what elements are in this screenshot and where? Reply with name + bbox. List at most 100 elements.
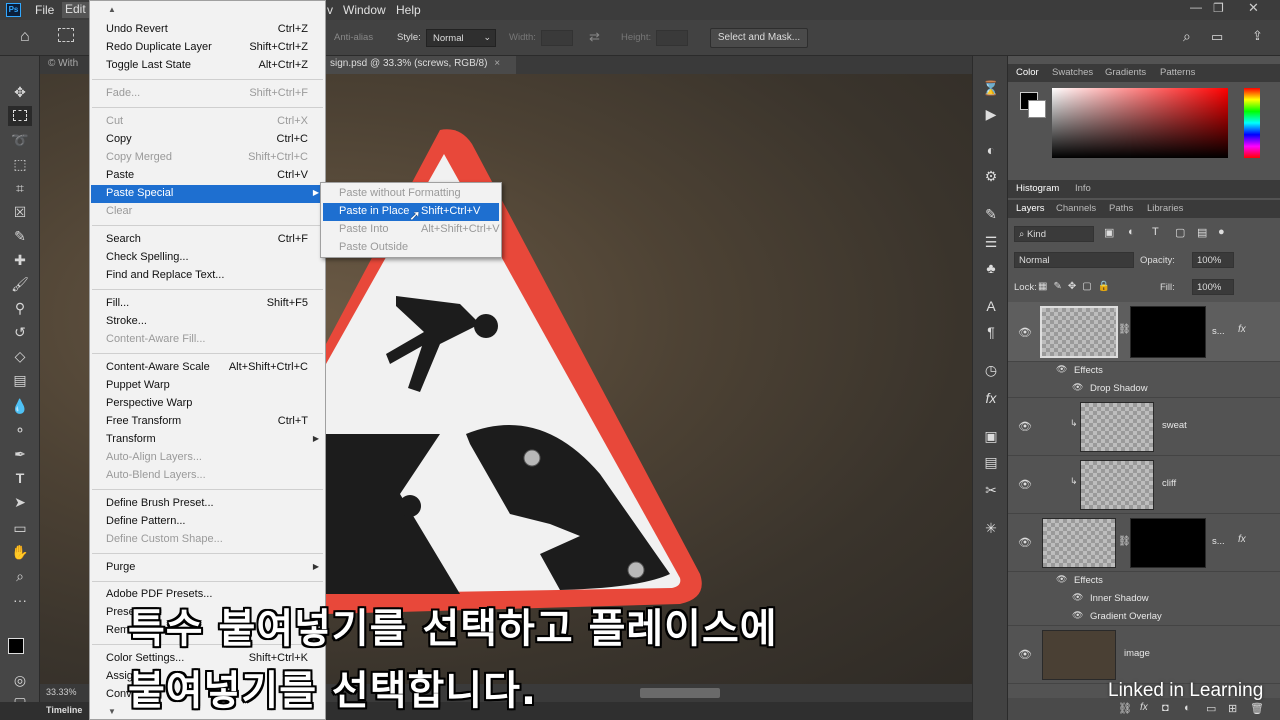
tab-libraries[interactable]: Libraries [1147,203,1183,214]
timeline-icon[interactable]: ◷ [979,360,1003,380]
eyedropper-icon[interactable]: ✎ [8,226,32,246]
new-adjustment-icon[interactable]: ◐ [1184,702,1191,714]
fx-icon[interactable]: fx [1238,324,1246,335]
effect-eye-icon[interactable]: 👁 [1072,592,1083,603]
swap-dimensions-icon[interactable]: ⇄ [589,29,600,45]
effect-row[interactable]: 👁 Drop Shadow [1008,380,1280,398]
visibility-eye-icon[interactable]: 👁 [1018,478,1032,491]
blur-tool-icon[interactable]: 💧 [8,396,32,416]
workspace-icon[interactable]: ▭ [1211,29,1223,45]
effects-eye-icon[interactable]: 👁 [1056,364,1067,375]
layer-row[interactable]: 👁 ↳ cliff [1008,456,1280,514]
layer-row[interactable]: 👁 ⛓ s... fx [1008,302,1280,362]
hue-slider[interactable] [1244,88,1260,158]
layer-row[interactable]: 👁 ⛓ s... fx [1008,514,1280,572]
marquee-options-icon[interactable] [58,28,74,42]
healing-brush-icon[interactable]: ✚ [8,250,32,270]
add-style-icon[interactable]: fx [1140,702,1148,713]
close-window-icon[interactable]: ✕ [1248,0,1259,16]
filter-type-icon[interactable]: T [1152,226,1159,238]
type-tool-icon[interactable]: T [8,468,32,488]
tab-with-doc[interactable]: © With [48,58,78,69]
minimize-icon[interactable]: — [1190,0,1202,14]
layer-row[interactable]: 👁 ↳ sweat [1008,398,1280,456]
select-and-mask-button[interactable]: Select and Mask... [710,28,808,48]
dodge-tool-icon[interactable]: ⚬ [8,420,32,440]
character-panel-icon[interactable]: A [979,296,1003,316]
menu-view-partial[interactable]: v [327,3,333,17]
frame-tool-icon[interactable]: ☒ [8,202,32,222]
3d-panel-icon[interactable]: ✳ [979,518,1003,538]
more-tools-icon[interactable]: ··· [8,590,32,610]
effect-eye-icon[interactable]: 👁 [1072,382,1083,393]
move-tool-icon[interactable]: ✥ [8,82,32,102]
blend-mode-select[interactable]: Normal [1014,252,1134,268]
tab-paths[interactable]: Paths [1109,203,1133,214]
effects-eye-icon[interactable]: 👁 [1056,574,1067,585]
close-tab-icon[interactable]: × [494,58,500,69]
link-icon[interactable]: ⛓ [1118,536,1131,547]
color-picker-field[interactable] [1052,88,1228,158]
link-layers-icon[interactable]: ⛓ [1118,702,1132,715]
clone-source-icon[interactable]: ♣ [979,258,1003,278]
effect-row[interactable]: 👁 Inner Shadow [1008,590,1280,608]
height-input[interactable] [656,30,688,46]
filter-shape-icon[interactable]: ▢ [1175,226,1185,239]
tab-info[interactable]: Info [1075,183,1091,194]
fx-panel-icon[interactable]: fx [979,388,1003,408]
home-icon[interactable]: ⌂ [20,28,30,46]
restore-icon[interactable]: ❐ [1213,1,1224,15]
effect-eye-icon[interactable]: 👁 [1072,610,1083,621]
visibility-eye-icon[interactable]: 👁 [1018,536,1032,549]
visibility-eye-icon[interactable]: 👁 [1018,420,1032,433]
visibility-eye-icon[interactable]: 👁 [1018,326,1032,339]
properties-panel-icon[interactable]: ☰ [979,232,1003,252]
notes-icon[interactable]: ▤ [979,452,1003,472]
crop-tool-icon[interactable]: ⌗ [8,178,32,198]
new-layer-icon[interactable]: ⊞ [1228,702,1237,715]
link-icon[interactable]: ⛓ [1118,324,1131,335]
styles-panel-icon[interactable]: ⚙ [979,166,1003,186]
scroll-up-icon[interactable]: ▲ [108,5,116,14]
delete-layer-icon[interactable]: 🗑 [1250,702,1264,715]
effects-row[interactable]: 👁 Effects [1008,362,1280,380]
foreground-color-swatch[interactable] [8,638,24,654]
tab-channels[interactable]: Channels [1056,203,1096,214]
tab-swatches[interactable]: Swatches [1052,67,1093,78]
actions-panel-icon[interactable]: ▶ [979,104,1003,124]
fx-icon[interactable]: fx [1238,534,1246,545]
history-panel-icon[interactable]: ⌛ [979,78,1003,98]
brush-tool-icon[interactable]: 🖌 [8,274,32,294]
quick-selection-icon[interactable]: ⬚ [8,154,32,174]
menu-window[interactable]: Window [343,3,386,17]
effect-row[interactable]: 👁 Gradient Overlay [1008,608,1280,626]
style-select[interactable]: Normal ⌄ [426,29,496,47]
zoom-readout[interactable]: 33.33% [46,687,77,697]
filter-toggle-icon[interactable]: ● [1218,226,1225,238]
tab-layers[interactable]: Layers [1016,203,1045,214]
tab-sign-doc[interactable]: sign.psd @ 33.3% (screws, RGB/8) × [326,56,516,74]
adjustments-panel-icon[interactable]: ◐ [979,140,1003,160]
tab-patterns[interactable]: Patterns [1160,67,1195,78]
pen-tool-icon[interactable]: ✒ [8,444,32,464]
stamp-tool-icon[interactable]: ⚲ [8,298,32,318]
path-selection-icon[interactable]: ➤ [8,492,32,512]
eraser-tool-icon[interactable]: ◇ [8,346,32,366]
effects-row[interactable]: 👁 Effects [1008,572,1280,590]
opacity-input[interactable]: 100% [1192,252,1234,268]
new-group-icon[interactable]: ▭ [1206,702,1216,715]
tab-histogram[interactable]: Histogram [1016,183,1059,194]
brush-settings-icon[interactable]: ✎ [979,204,1003,224]
layer-row[interactable]: 👁 image [1008,626,1280,684]
tab-gradients[interactable]: Gradients [1105,67,1146,78]
menu-help[interactable]: Help [396,3,421,17]
width-input[interactable] [541,30,573,46]
hand-tool-icon[interactable]: ✋ [8,542,32,562]
zoom-tool-icon[interactable]: ⌕ [8,566,32,586]
visibility-eye-icon[interactable]: 👁 [1018,648,1032,661]
menu-file[interactable]: File [35,3,54,17]
color-bg-swatch[interactable] [1028,100,1046,118]
lock-icons[interactable]: ▦✎✥▢🔒 [1038,281,1116,292]
filter-pixel-icon[interactable]: ▣ [1104,226,1114,239]
marquee-tool-icon[interactable] [8,106,32,126]
